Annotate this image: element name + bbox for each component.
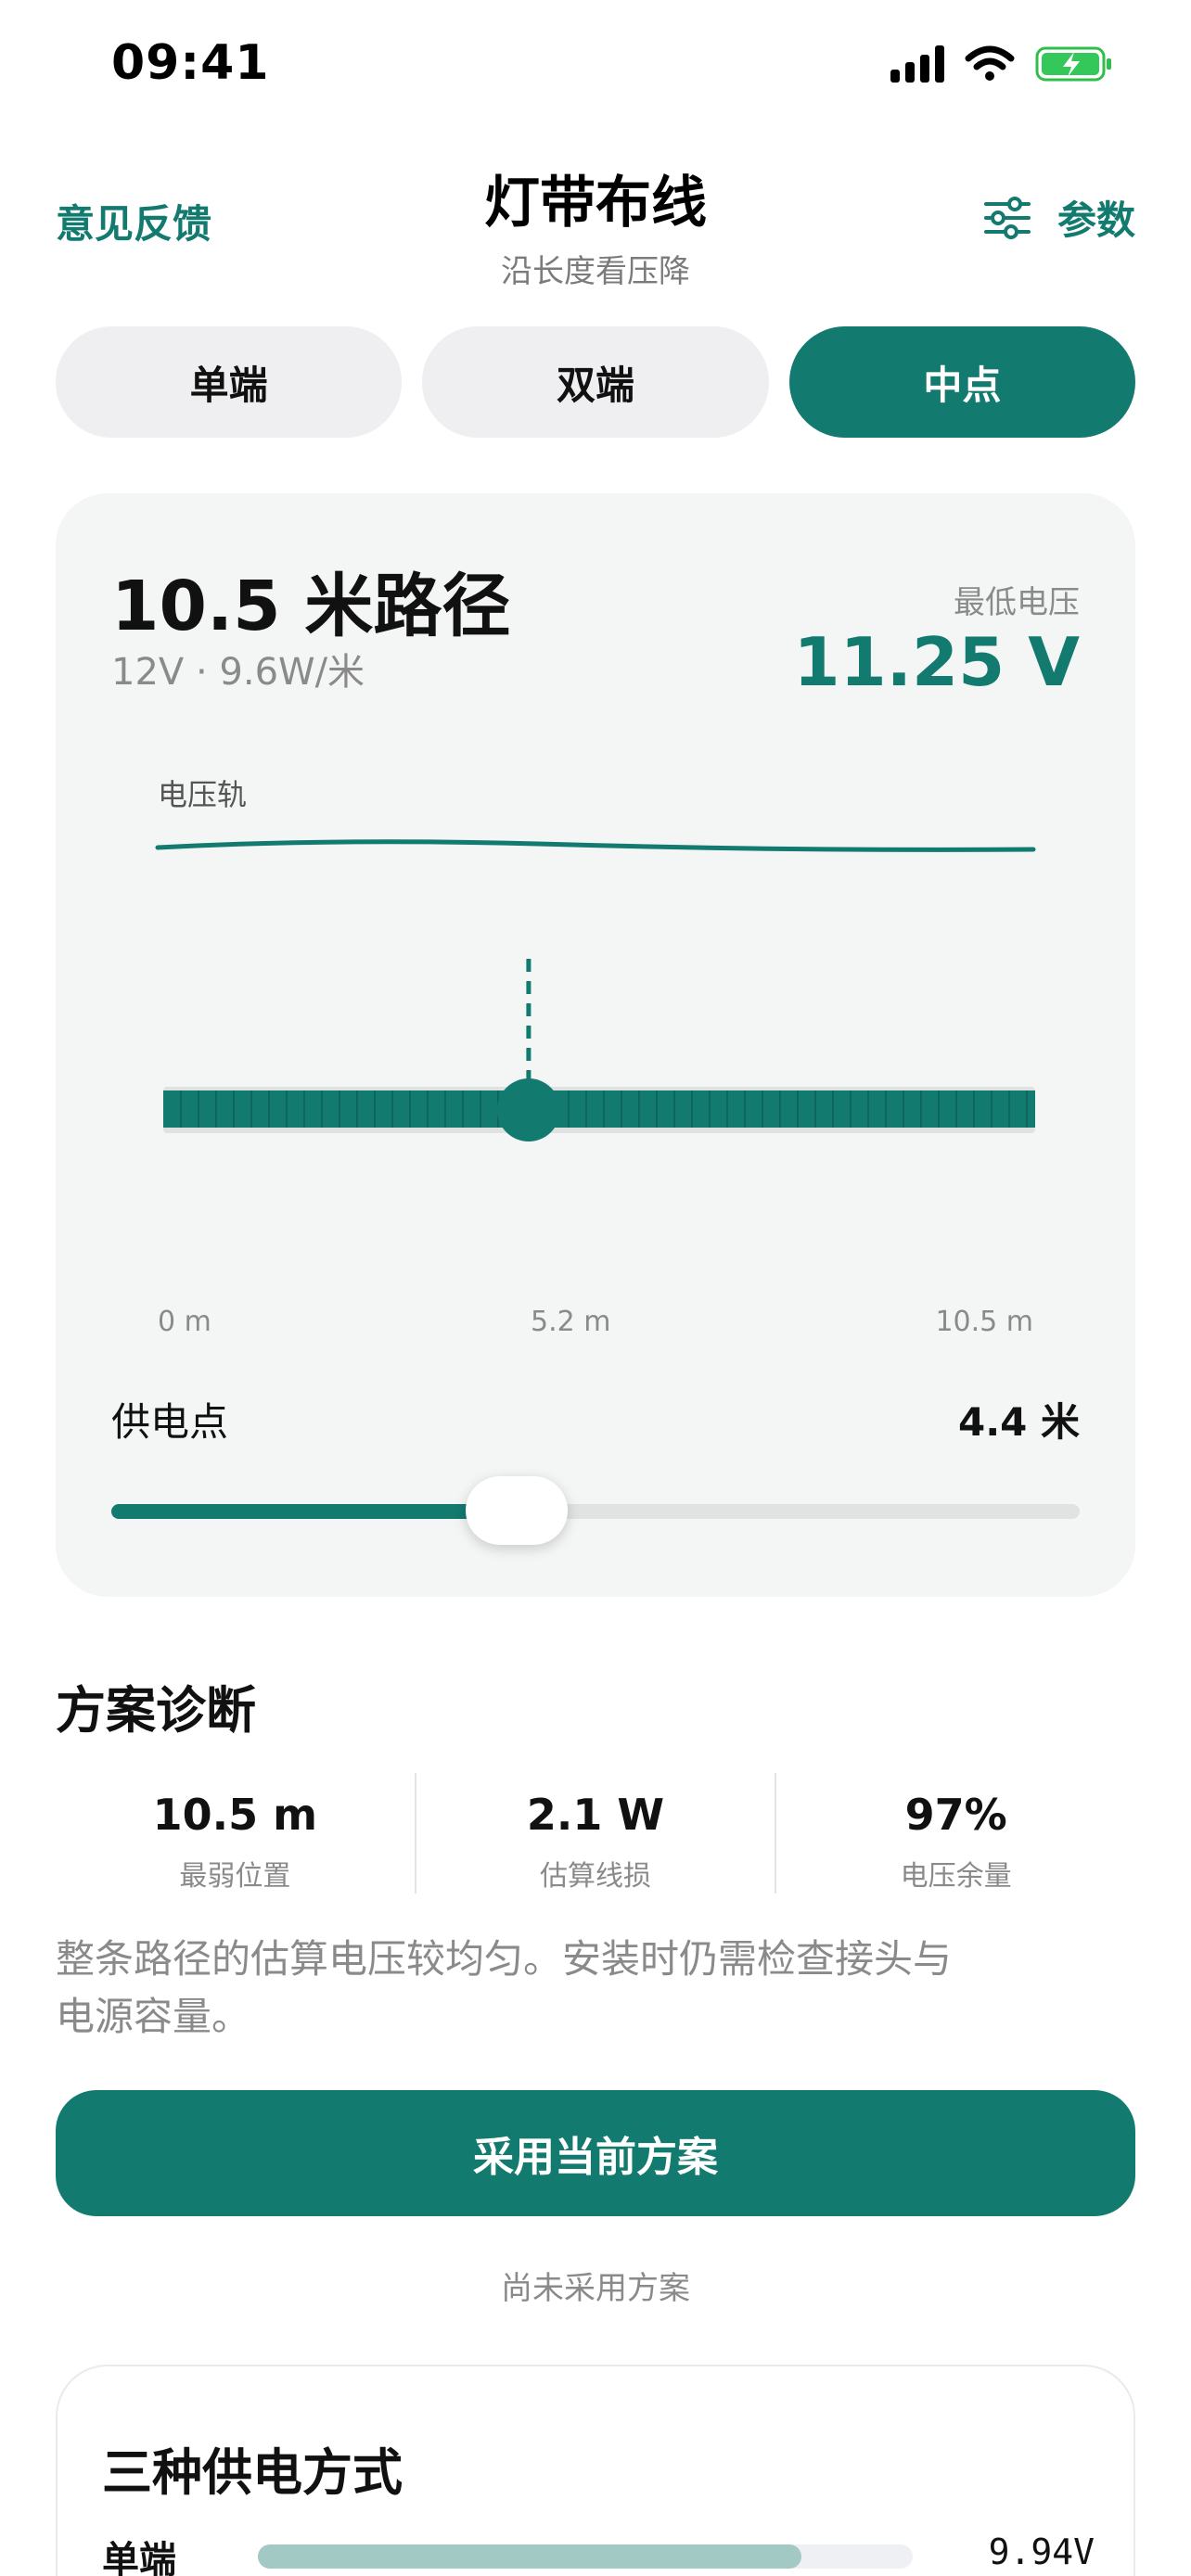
min-voltage-value: 11.25 V — [793, 623, 1080, 701]
diagnostics-text: 整条路径的估算电压较均匀。安装时仍需检查接头与电源容量。 — [56, 1936, 953, 2039]
slider-fill — [111, 1504, 518, 1519]
metric-voltage-margin: 97% 电压余量 — [776, 1773, 1135, 1894]
voltage-rail-line — [155, 839, 1036, 852]
axis-label-end: 10.5 m — [935, 1306, 1033, 1338]
params-button[interactable]: 参数 — [983, 189, 1135, 246]
metric-value: 2.1 W — [526, 1790, 665, 1840]
status-icons — [890, 45, 1113, 83]
mode-name: 单端 — [102, 2539, 176, 2576]
slider-thumb[interactable] — [466, 1476, 569, 1545]
route-spec: 12V · 9.6W/米 — [111, 651, 365, 694]
plan-status-text: 尚未采用方案 — [501, 2270, 690, 2307]
feed-point-label: 供电点 — [111, 1399, 229, 1445]
status-bar: 09:41 — [0, 0, 1191, 139]
params-label: 参数 — [1057, 198, 1135, 243]
mode-bar-fill — [258, 2544, 801, 2569]
wifi-icon — [965, 45, 1015, 81]
metric-label: 估算线损 — [540, 1860, 651, 1893]
axis-label-start: 0 m — [158, 1306, 211, 1338]
mode-row-single-end[interactable]: 单端 9.94V — [102, 2524, 1095, 2576]
segment-single-end[interactable]: 单端 — [56, 326, 403, 438]
metric-line-loss: 2.1 W 估算线损 — [416, 1773, 777, 1894]
adopt-plan-button[interactable]: 采用当前方案 — [56, 2090, 1135, 2216]
route-card: 10.5 米路径 12V · 9.6W/米 最低电压 11.25 V 电压轨 0… — [56, 493, 1135, 1597]
feed-mode-segmented-control: 单端 双端 中点 — [56, 326, 1135, 438]
diagnostics-title: 方案诊断 — [56, 1681, 256, 1740]
led-strip — [163, 1090, 1035, 1128]
metric-weakest-position: 10.5 m 最弱位置 — [56, 1773, 416, 1894]
route-title: 10.5 米路径 — [111, 567, 511, 646]
metric-value: 97% — [904, 1790, 1007, 1840]
diagnostics-metrics: 10.5 m 最弱位置 2.1 W 估算线损 97% 电压余量 — [56, 1773, 1135, 1894]
sliders-icon — [983, 196, 1031, 239]
axis-label-mid: 5.2 m — [531, 1306, 611, 1338]
feed-modes-card: 三种供电方式 单端 9.94V — [56, 2365, 1135, 2576]
page-subtitle: 沿长度看压降 — [501, 253, 690, 290]
status-time: 09:41 — [111, 35, 270, 91]
metric-label: 电压余量 — [900, 1860, 1012, 1893]
mode-value: 9.94V — [988, 2531, 1095, 2572]
feed-point-marker — [496, 1078, 560, 1141]
min-voltage-label: 最低电压 — [954, 584, 1080, 621]
segment-midpoint[interactable]: 中点 — [788, 326, 1135, 438]
feed-point-value: 4.4 米 — [957, 1399, 1080, 1445]
metric-label: 最弱位置 — [179, 1860, 291, 1893]
nav-header: 意见反馈 灯带布线 沿长度看压降 参数 — [0, 148, 1191, 290]
segment-double-end[interactable]: 双端 — [422, 326, 769, 438]
strip-diagram — [155, 839, 1036, 1141]
cellular-signal-icon — [890, 45, 944, 83]
battery-charging-icon — [1035, 46, 1111, 82]
modes-title: 三种供电方式 — [102, 2443, 403, 2502]
feed-point-slider[interactable] — [111, 1474, 1080, 1549]
metric-value: 10.5 m — [152, 1790, 318, 1840]
